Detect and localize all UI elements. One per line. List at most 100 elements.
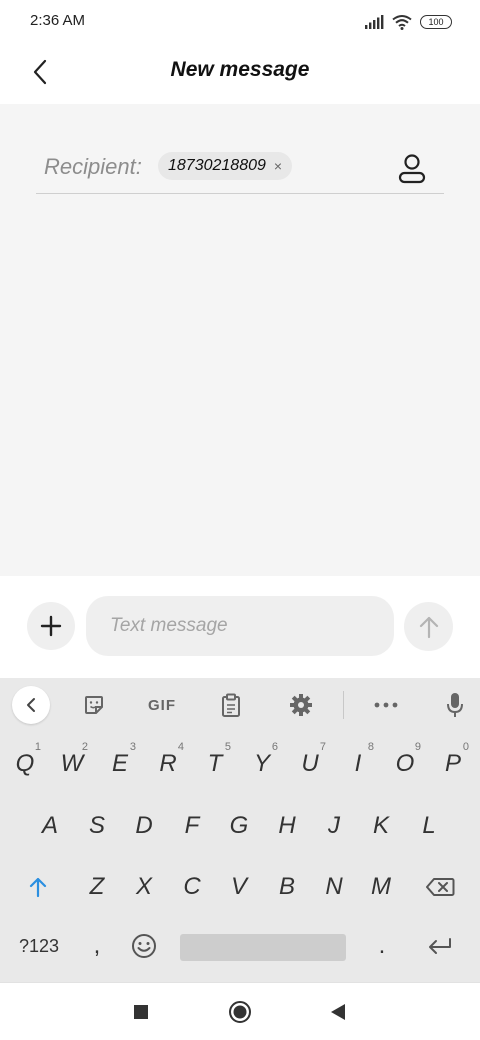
gif-icon: GIF [148,696,176,714]
keyboard: G I F Q 1 W 2 E 3 R 4 T 5 Y 6 U 7 I 8 O 9 … [0,678,480,982]
plus-icon [40,615,62,637]
key-r[interactable]: R4 [148,740,188,788]
key-u[interactable]: U7 [290,740,330,788]
clipboard-icon [222,693,240,717]
key-label: T [207,750,223,777]
key-label: U [301,750,319,777]
key-n[interactable]: N [314,863,354,911]
period-key[interactable]: . [362,922,402,970]
status-bar: 2:36 AM 100 [0,0,480,42]
message-content-area[interactable]: Recipient: 18730218809 × [0,104,480,576]
key-label: R [159,750,177,777]
emoji-icon [132,934,156,958]
more-button[interactable] [368,688,404,722]
key-number: 5 [224,741,231,753]
home-button[interactable] [225,997,255,1027]
gif-button[interactable]: GIF [140,688,184,722]
shift-key[interactable] [18,863,58,911]
key-x[interactable]: X [124,863,164,911]
more-icon [374,702,398,708]
key-label: B [278,873,295,900]
battery-icon: 100 [420,15,452,29]
text-message-input[interactable]: Text message [86,596,394,656]
key-e[interactable]: E3 [100,740,140,788]
key-l[interactable]: L [409,802,449,850]
toolbar-divider [343,691,344,719]
key-b[interactable]: B [267,863,307,911]
key-label: I [354,750,362,777]
key-a[interactable]: A [30,802,70,850]
header: New message [0,42,480,104]
key-label: H [278,812,296,839]
sticker-button[interactable] [76,688,112,722]
emoji-key[interactable] [124,922,164,970]
comma-label: , [93,932,101,959]
key-k[interactable]: K [361,802,401,850]
key-f[interactable]: F [172,802,212,850]
key-label: G [229,812,249,839]
backspace-icon [426,878,455,896]
sticker-icon [85,696,103,714]
key-v[interactable]: V [219,863,259,911]
enter-icon [429,938,451,954]
key-z[interactable]: Z [77,863,117,911]
key-label: A [41,812,58,839]
symbols-key[interactable]: ?123 [14,922,64,970]
key-h[interactable]: H [267,802,307,850]
key-d[interactable]: D [124,802,164,850]
back-icon [331,1004,345,1020]
key-label: L [422,812,436,839]
period-label: . [378,932,386,959]
recipient-row[interactable]: Recipient: 18730218809 × [36,148,444,194]
key-number: 3 [129,741,136,753]
contact-picker-button[interactable] [396,152,428,186]
backspace-key[interactable] [420,863,460,911]
key-number: 7 [319,741,326,753]
clipboard-button[interactable] [213,688,249,722]
key-q[interactable]: Q1 [5,740,45,788]
key-i[interactable]: I8 [338,740,378,788]
key-number: 9 [414,741,421,753]
key-number: 4 [177,741,184,753]
key-label: Q [15,750,35,777]
recents-button[interactable] [126,997,156,1027]
back-nav-button[interactable] [323,997,353,1027]
text-message-placeholder: Text message [110,615,228,636]
key-number: 2 [81,741,88,753]
key-label: S [88,812,105,839]
key-label: Y [253,750,270,777]
close-icon[interactable]: × [274,159,282,173]
key-g[interactable]: G [219,802,259,850]
key-y[interactable]: Y6 [242,740,282,788]
key-number: 1 [34,741,41,753]
key-label: M [371,873,391,900]
recipient-chip[interactable]: 18730218809 × [158,152,293,180]
page-title: New message [170,58,310,81]
key-m[interactable]: M [361,863,401,911]
send-button[interactable] [404,602,453,651]
toolbar-collapse-button[interactable] [12,686,50,724]
key-label: E [111,750,128,777]
symbols-key-label: ?123 [18,935,60,956]
space-key[interactable] [180,934,346,961]
comma-key[interactable]: , [77,922,117,970]
key-w[interactable]: W2 [52,740,92,788]
recipient-chip-number: 18730218809 [168,157,266,174]
key-c[interactable]: C [172,863,212,911]
key-number: 6 [271,741,278,753]
key-label: W [60,750,84,777]
key-label: N [325,873,343,900]
key-t[interactable]: T5 [195,740,235,788]
settings-button[interactable] [283,688,319,722]
key-p[interactable]: P0 [433,740,473,788]
key-label: F [184,812,200,839]
key-number: 0 [462,741,469,753]
key-j[interactable]: J [314,802,354,850]
key-s[interactable]: S [77,802,117,850]
voice-input-button[interactable] [437,688,473,722]
enter-key[interactable] [420,922,460,970]
add-attachment-button[interactable] [27,602,75,650]
key-o[interactable]: O9 [385,740,425,788]
gear-icon [290,694,312,716]
compose-bar: Text message [0,576,480,678]
